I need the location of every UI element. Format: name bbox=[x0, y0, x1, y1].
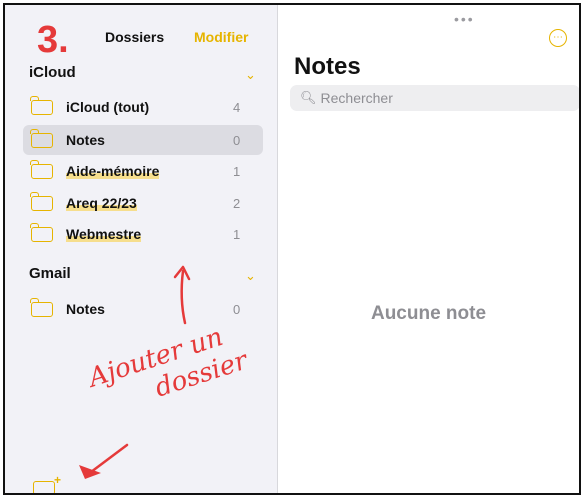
notes-app-window: 3. Dossiers Modifier iCloud ⌄ iCloud (to… bbox=[3, 3, 581, 495]
folder-count: 0 bbox=[233, 132, 241, 148]
folder-item-webmestre[interactable]: Webmestre 1 bbox=[23, 219, 263, 249]
folder-item-aide-memoire[interactable]: Aide-mémoire 1 bbox=[23, 156, 263, 186]
pane-grabber[interactable]: ••• bbox=[454, 11, 475, 27]
folder-count: 4 bbox=[233, 99, 241, 115]
step-number-annotation: 3. bbox=[37, 19, 69, 61]
search-placeholder: Rechercher bbox=[320, 90, 393, 106]
section-header-icloud[interactable]: iCloud bbox=[29, 64, 76, 81]
section-header-gmail[interactable]: Gmail bbox=[29, 265, 71, 282]
folder-label: Notes bbox=[66, 132, 105, 148]
folder-count: 1 bbox=[233, 163, 241, 179]
folder-item-notes[interactable]: Notes 0 bbox=[23, 125, 263, 155]
folder-count: 2 bbox=[233, 195, 241, 211]
folder-icon bbox=[30, 95, 53, 115]
search-icon: 🔍︎ bbox=[300, 90, 317, 105]
folder-item-icloud-all[interactable]: iCloud (tout) 4 bbox=[23, 92, 263, 122]
empty-state-text: Aucune note bbox=[370, 303, 487, 324]
folder-label: Aide-mémoire bbox=[66, 163, 160, 179]
folder-icon bbox=[30, 222, 53, 242]
sidebar: 3. Dossiers Modifier iCloud ⌄ iCloud (to… bbox=[5, 5, 278, 493]
new-folder-icon[interactable] bbox=[33, 473, 61, 493]
page-title: Notes bbox=[294, 53, 361, 80]
folder-label: iCloud (tout) bbox=[66, 99, 150, 115]
search-input[interactable]: 🔍︎ Rechercher bbox=[290, 85, 579, 111]
folder-icon bbox=[30, 297, 53, 317]
chevron-down-icon[interactable]: ⌄ bbox=[245, 268, 256, 284]
folder-item-areq[interactable]: Areq 22/23 2 bbox=[23, 188, 263, 218]
folder-count: 1 bbox=[233, 226, 241, 242]
more-options-icon[interactable]: ⋯ bbox=[549, 29, 567, 47]
folder-label: Webmestre bbox=[66, 226, 142, 242]
edit-button[interactable]: Modifier bbox=[194, 29, 248, 45]
chevron-down-icon[interactable]: ⌄ bbox=[245, 67, 256, 83]
folder-icon bbox=[30, 191, 53, 211]
notes-list-pane: ••• ⋯ Notes 🔍︎ Rechercher Aucune note bbox=[278, 5, 579, 493]
folder-icon bbox=[30, 128, 53, 148]
folder-icon bbox=[30, 159, 53, 179]
sidebar-title: Dossiers bbox=[105, 29, 165, 45]
folder-label: Notes bbox=[66, 301, 105, 317]
folder-label: Areq 22/23 bbox=[66, 195, 137, 211]
